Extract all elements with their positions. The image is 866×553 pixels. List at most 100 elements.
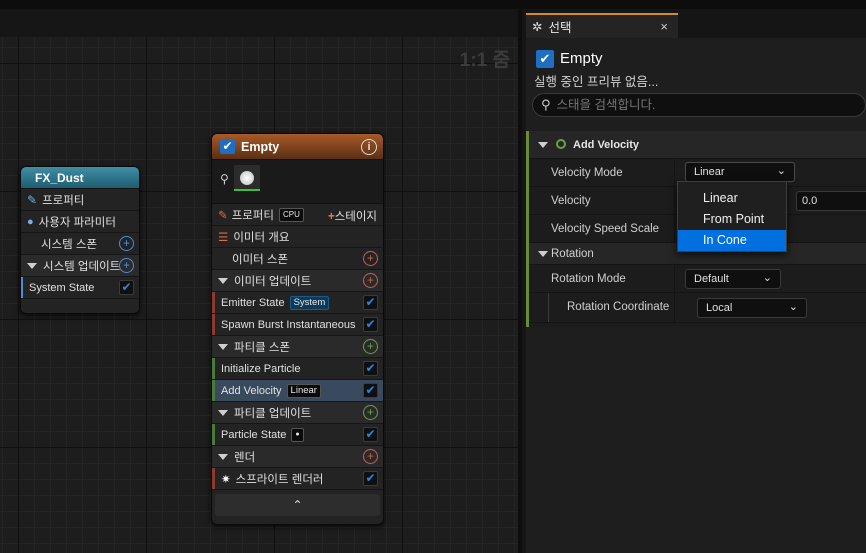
collapse-arrow-icon[interactable] xyxy=(218,409,228,416)
column-divider xyxy=(674,159,675,187)
system-update-section[interactable]: 시스템 업데이트 + xyxy=(21,255,139,277)
emitter-enable-checkbox[interactable]: ✔ xyxy=(220,139,235,154)
user-parameters-row[interactable]: ● 사용자 파라미터 xyxy=(21,211,139,233)
emitter-update-section[interactable]: 이미터 업데이트 + xyxy=(212,270,383,292)
row-label: 스프라이트 렌더러 xyxy=(235,473,324,486)
collapse-arrow-icon[interactable] xyxy=(27,262,37,269)
module-status-icon xyxy=(556,139,566,149)
collapse-arrow-icon[interactable] xyxy=(218,453,228,460)
group-label: Rotation xyxy=(551,248,594,260)
emitter-properties-row[interactable]: ✎ 프로퍼티 CPU +스테이지 xyxy=(212,204,383,226)
info-icon[interactable]: i xyxy=(361,139,377,155)
tab-selection[interactable]: ✲ 선택 × xyxy=(526,13,678,38)
dropdown-option-from-point[interactable]: From Point xyxy=(678,209,786,230)
add-module-icon[interactable]: + xyxy=(363,251,378,266)
collapse-arrow-icon[interactable] xyxy=(218,277,228,284)
spawn-burst-module[interactable]: Spawn Burst Instantaneous ✔ xyxy=(212,314,383,336)
pencil-icon: ✎ xyxy=(27,192,38,207)
plus-icon: + xyxy=(327,211,335,223)
particle-spawn-section[interactable]: 파티클 스폰 + xyxy=(212,336,383,358)
velocity-mode-combo[interactable]: Linear ⌄ xyxy=(685,162,795,182)
system-node-title[interactable]: FX_Dust xyxy=(21,167,139,189)
section-header-add-velocity[interactable]: Add Velocity xyxy=(529,131,866,159)
chevron-down-icon: ⌄ xyxy=(776,165,786,177)
row-label: 이미터 개요 xyxy=(233,231,290,244)
emitter-thumbnail[interactable] xyxy=(234,165,260,191)
enable-checkbox[interactable]: ✔ xyxy=(363,471,378,486)
top-toolbar-strip xyxy=(0,0,866,9)
add-module-icon[interactable]: + xyxy=(363,273,378,288)
add-module-icon[interactable]: + xyxy=(119,236,134,251)
tab-label: 선택 xyxy=(548,21,572,35)
property-label: Velocity Speed Scale xyxy=(551,223,660,235)
sparkle-icon: ✲ xyxy=(532,20,543,34)
add-stage-button[interactable]: +스테이지 xyxy=(328,208,377,224)
chevron-up-icon: ⌃ xyxy=(292,498,303,512)
velocity-mode-dropdown: Linear From Point In Cone xyxy=(677,181,787,252)
system-spawn-row[interactable]: 시스템 스폰 + xyxy=(21,233,139,255)
row-label: Particle State xyxy=(221,428,287,441)
add-module-icon[interactable]: + xyxy=(363,405,378,420)
cpu-badge: CPU xyxy=(278,207,304,222)
emitter-spawn-row[interactable]: 이미터 스폰 + xyxy=(212,248,383,270)
close-icon[interactable]: × xyxy=(660,19,668,34)
row-label: 파티클 업데이트 xyxy=(234,407,312,420)
graph-header-bar xyxy=(0,9,518,37)
collapse-arrow-icon[interactable] xyxy=(538,251,548,257)
row-label: Add Velocity xyxy=(221,384,282,397)
enable-checkbox[interactable]: ✔ xyxy=(119,280,134,295)
enable-checkbox[interactable]: ✔ xyxy=(363,317,378,332)
rotation-mode-row: Rotation Mode Default ⌄ xyxy=(529,265,866,293)
enable-checkbox[interactable]: ✔ xyxy=(363,427,378,442)
sprite-renderer-module[interactable]: ✷ 스프라이트 렌더러 ✔ xyxy=(212,468,383,490)
rotation-coordinate-combo[interactable]: Local ⌄ xyxy=(697,298,807,318)
emitter-node-empty[interactable]: ✔ Empty i ⚲ ✎ 프로퍼티 CPU +스테이지 ☰ 이미터 개요 이미… xyxy=(211,133,384,525)
row-label: 시스템 업데이트 xyxy=(43,260,121,273)
particle-state-module[interactable]: Particle State ● ✔ xyxy=(212,424,383,446)
search-icon: ⚲ xyxy=(541,97,551,112)
preview-status: 실행 중인 프리뷰 없음... xyxy=(534,75,659,89)
system-state-module[interactable]: System State ✔ xyxy=(21,277,139,299)
collapse-arrow-icon[interactable] xyxy=(218,343,228,350)
enable-checkbox[interactable]: ✔ xyxy=(363,295,378,310)
render-section[interactable]: 렌더 + xyxy=(212,446,383,468)
property-label: Rotation Coordinate xyxy=(567,301,670,313)
column-divider xyxy=(674,265,675,293)
row-label: Initialize Particle xyxy=(221,362,301,375)
chevron-down-icon: ⌄ xyxy=(762,272,772,284)
property-label: Rotation Mode xyxy=(551,273,626,285)
emitter-title: Empty xyxy=(241,139,280,154)
row-label: 이미터 스폰 xyxy=(232,253,289,266)
column-divider xyxy=(674,187,675,215)
dropdown-option-in-cone[interactable]: In Cone xyxy=(678,230,786,251)
emitter-summary-row[interactable]: ☰ 이미터 개요 xyxy=(212,226,383,248)
add-module-icon[interactable]: + xyxy=(363,339,378,354)
initialize-particle-module[interactable]: Initialize Particle ✔ xyxy=(212,358,383,380)
pencil-icon: ✎ xyxy=(218,209,228,222)
row-label: 프로퍼티 xyxy=(231,209,274,222)
rotation-mode-combo[interactable]: Default ⌄ xyxy=(685,269,781,289)
system-properties-row[interactable]: ✎ 프로퍼티 xyxy=(21,189,139,211)
particle-update-section[interactable]: 파티클 업데이트 + xyxy=(212,402,383,424)
system-node-fx-dust[interactable]: FX_Dust ✎ 프로퍼티 ● 사용자 파라미터 시스템 스폰 + 시스템 업… xyxy=(20,166,140,314)
velocity-input[interactable]: 0.0 xyxy=(796,191,866,211)
system-badge: System xyxy=(289,295,330,310)
dropdown-option-linear[interactable]: Linear xyxy=(678,188,786,209)
selection-enable-checkbox[interactable]: ✔ xyxy=(536,50,554,68)
collapse-node-button[interactable]: ⌃ xyxy=(215,494,380,516)
enable-checkbox[interactable]: ✔ xyxy=(363,361,378,376)
emitter-state-module[interactable]: Emitter State System ✔ xyxy=(212,292,383,314)
enable-checkbox[interactable]: ✔ xyxy=(363,383,378,398)
search-input[interactable] xyxy=(556,98,847,112)
search-bar[interactable]: ⚲ xyxy=(532,93,866,117)
emitter-header[interactable]: ✔ Empty i xyxy=(212,134,383,160)
add-module-icon[interactable]: + xyxy=(363,449,378,464)
add-module-icon[interactable]: + xyxy=(119,258,134,273)
row-label: 렌더 xyxy=(234,451,256,464)
row-label: 시스템 스폰 xyxy=(41,238,98,251)
add-velocity-module[interactable]: Add Velocity Linear ✔ xyxy=(212,380,383,402)
collapse-arrow-icon[interactable] xyxy=(538,142,548,148)
section-title: Add Velocity xyxy=(573,139,640,151)
property-label: Velocity xyxy=(551,195,591,207)
zoom-label: 1:1 줌 xyxy=(459,50,510,71)
